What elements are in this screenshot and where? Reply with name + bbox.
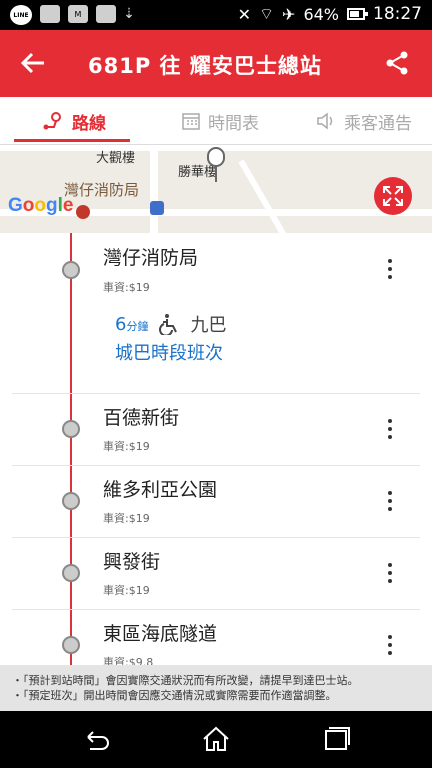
eta-row: 6分鐘 九巴 <box>115 311 226 337</box>
stop-node <box>62 420 80 438</box>
stop-fare: 車資:$19 <box>103 281 150 294</box>
tab-route[interactable]: 路線 <box>42 97 106 145</box>
list-item[interactable]: 興發街 車資:$19 <box>0 537 432 609</box>
bus-icon <box>150 201 164 215</box>
status-bar: LINE M ⇣ ✕ ⌔ ✈ 64% 18:27 <box>0 0 432 30</box>
google-logo: Google <box>8 195 74 216</box>
share-icon[interactable] <box>384 50 410 76</box>
eta-minutes: 6分鐘 <box>115 313 149 335</box>
wheelchair-icon <box>159 314 178 335</box>
stop-name: 維多利亞公園 <box>103 479 218 501</box>
stop-name: 百德新街 <box>103 407 180 429</box>
image-notification-icon-2 <box>96 5 116 23</box>
stop-fare: 車資:$19 <box>103 440 150 453</box>
gmail-notification-icon: M <box>68 5 88 23</box>
calendar-icon <box>182 113 200 130</box>
bus-stop-marker-icon <box>206 147 226 183</box>
download-icon: ⇣ <box>123 6 135 22</box>
battery-icon <box>347 8 368 20</box>
tab-timetable[interactable]: 時間表 <box>182 97 259 145</box>
more-options-icon[interactable] <box>380 561 400 585</box>
tab-notice-label: 乘客通告 <box>344 113 412 134</box>
stop-fare: 車資:$19 <box>103 584 150 597</box>
stop-name: 興發街 <box>103 551 161 573</box>
more-options-icon[interactable] <box>380 417 400 441</box>
tab-bar: 路線 時間表 乘客通告 <box>0 97 432 145</box>
map-label: 灣仔消防局 <box>64 181 140 199</box>
more-options-icon[interactable] <box>380 489 400 513</box>
map-label: 大觀樓 <box>96 151 136 166</box>
stop-list[interactable]: 灣仔消防局 車資:$19 6分鐘 九巴 城巴時段班次 百德新街 車資:$19 維… <box>0 233 432 665</box>
fullscreen-icon <box>383 186 403 206</box>
back-nav-icon[interactable] <box>80 725 112 753</box>
bus-operator: 九巴 <box>190 315 227 336</box>
tab-timetable-label: 時間表 <box>208 113 259 134</box>
tab-notice[interactable]: 乘客通告 <box>316 97 412 145</box>
line-app-icon: LINE <box>10 5 32 25</box>
recents-nav-icon[interactable] <box>320 725 352 753</box>
back-arrow-icon[interactable] <box>20 44 46 85</box>
more-options-icon[interactable] <box>380 257 400 281</box>
more-options-icon[interactable] <box>380 633 400 657</box>
stop-node <box>62 564 80 582</box>
home-nav-icon[interactable] <box>200 725 232 753</box>
expand-map-button[interactable] <box>374 177 412 215</box>
museum-icon <box>76 205 90 219</box>
eta-note: 城巴時段班次 <box>115 343 223 364</box>
speaker-icon <box>317 112 333 130</box>
list-item[interactable]: 東區海底隧道 車資:$9.8 <box>0 609 432 665</box>
notice-line-1: ・「預計到站時間」會因實際交通狀況而有所改變，請提早到達巴士站。 <box>12 674 359 687</box>
stop-fare: 車資:$9.8 <box>103 656 154 665</box>
clock: 18:27 <box>373 4 422 24</box>
stop-fare: 車資:$19 <box>103 512 150 525</box>
map-road <box>150 145 158 233</box>
stop-name: 灣仔消防局 <box>103 247 199 269</box>
wifi-icon: ⌔ <box>258 4 275 23</box>
app-bar: 681P 往 耀安巴士總站 <box>0 30 432 97</box>
stop-node <box>62 492 80 510</box>
list-item[interactable]: 百德新街 車資:$19 <box>0 393 432 465</box>
disclaimer-notice: ・「預計到站時間」會因實際交通狀況而有所改變，請提早到達巴士站。 ・「預定班次」… <box>0 665 432 711</box>
tab-route-label: 路線 <box>72 113 106 134</box>
list-item[interactable]: 維多利亞公園 車資:$19 <box>0 465 432 537</box>
battery-percent: 64% <box>303 4 339 24</box>
stop-node <box>62 636 80 654</box>
stop-name: 東區海底隧道 <box>103 623 218 645</box>
page-title: 681P 往 耀安巴士總站 <box>88 54 322 78</box>
route-icon <box>43 112 61 130</box>
list-item[interactable]: 灣仔消防局 車資:$19 6分鐘 九巴 城巴時段班次 <box>0 233 432 393</box>
system-nav-bar <box>0 711 432 768</box>
map-road <box>238 159 288 233</box>
image-notification-icon <box>40 5 60 23</box>
stop-node <box>62 261 80 279</box>
active-tab-indicator <box>14 139 130 142</box>
airplane-icon: ✈ <box>282 4 296 24</box>
notice-line-2: ・「預定班次」開出時間會因應交通情況或實際需要而作適當調整。 <box>12 689 337 702</box>
route-map[interactable]: 大觀樓 勝華樓 灣仔消防局 Google <box>0 145 432 233</box>
bluetooth-mute-icon: ✕ <box>237 4 251 24</box>
